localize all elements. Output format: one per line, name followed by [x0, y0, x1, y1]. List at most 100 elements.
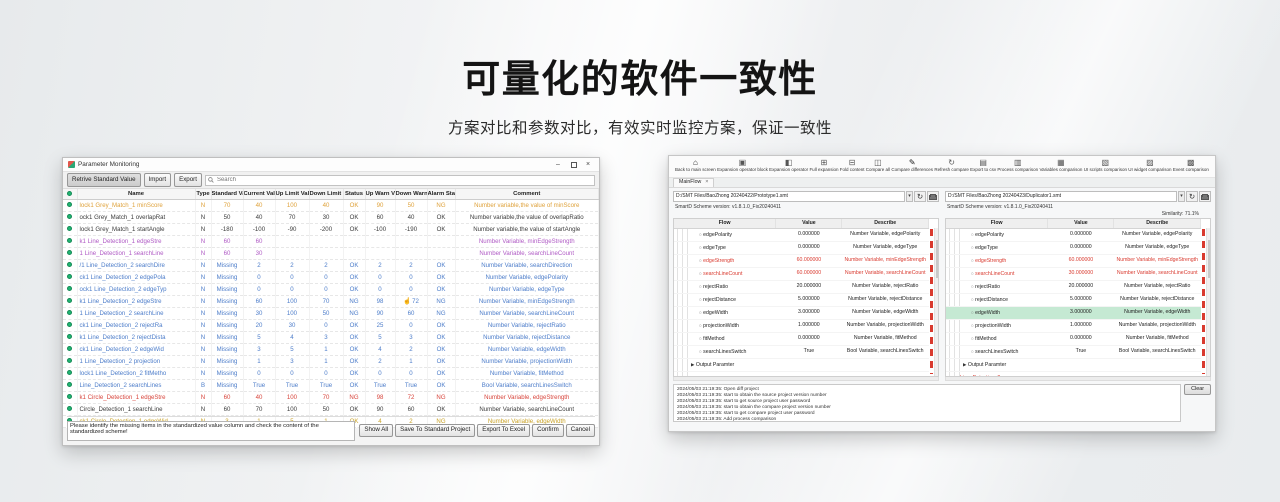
- tree-row[interactable]: ○ rejectDistance5.000000Number Variable,…: [674, 293, 929, 306]
- table-row[interactable]: k1 Circle_Detection_1 edgeStreN604010070…: [63, 391, 599, 403]
- tree-row[interactable]: ○ fitMethod0.000000Number Variable, fitM…: [946, 332, 1201, 345]
- tree-row[interactable]: ○ rejectRatio20.000000Number Variable, r…: [946, 280, 1201, 293]
- toolbar-variables-comparison[interactable]: ▦Variables comparison: [1039, 158, 1082, 173]
- toolbar-full-expansion[interactable]: ⊞Full expansion: [809, 158, 838, 173]
- tree-node-row[interactable]: ▶ Output Paramter: [946, 358, 1201, 371]
- tree-row[interactable]: ○ edgeType0.000000Number Variable, edgeT…: [946, 241, 1201, 254]
- table-row[interactable]: ck1 Line_Detection_2 edgeWidNMissing351O…: [63, 343, 599, 355]
- toolbar-export-to-csv[interactable]: ▤Export to csv: [970, 158, 996, 173]
- cell-standard: 60: [211, 391, 243, 403]
- toolbar-compare-all[interactable]: ◫Compare all: [866, 158, 890, 173]
- cell-value: 5.000000: [1048, 293, 1114, 306]
- cell-up_warn: 0: [365, 367, 395, 379]
- refresh-icon[interactable]: ↻: [914, 191, 926, 202]
- leaf-icon: ○: [699, 336, 702, 341]
- export-button[interactable]: Export: [174, 173, 202, 186]
- tree-node-row[interactable]: ▶ Output Paramter: [674, 358, 929, 371]
- tree-row[interactable]: ○ edgeStrength60.000000Number Variable, …: [946, 254, 1201, 267]
- cell-alarm: OK: [427, 211, 455, 223]
- toolbar-expansion-operator[interactable]: ◧Expansion operator: [769, 158, 808, 173]
- table-row[interactable]: k1 Line_Detection_2 edgeStreNMissing6010…: [63, 295, 599, 307]
- tree-row[interactable]: ○ fitMethod0.000000Number Variable, fitM…: [674, 332, 929, 345]
- tree-row[interactable]: ○ edgePolarity0.000000Number Variable, e…: [674, 228, 929, 241]
- vertical-scrollbar[interactable]: [1206, 228, 1210, 376]
- toolbar-ui-scripts-comparison[interactable]: ▧UI scripts comparison: [1084, 158, 1127, 173]
- browse-folder-button[interactable]: [1199, 191, 1211, 202]
- row-indicator: [63, 283, 77, 295]
- table-row[interactable]: lock1 Grey_Match_1 minScoreN704010040OK9…: [63, 199, 599, 211]
- tree-row[interactable]: ○ rejectDistance5.000000Number Variable,…: [946, 293, 1201, 306]
- tree-row[interactable]: ○ edgeWidth3.000000Number Variable, edge…: [946, 306, 1201, 319]
- table-row[interactable]: Line_Detection_2 searchLinesBMissingTrue…: [63, 379, 599, 391]
- cancel-button[interactable]: Cancel: [566, 424, 595, 437]
- tree-row[interactable]: ○ searchLinesSwitchTrueBool Variable, se…: [946, 345, 1201, 358]
- dropdown-icon[interactable]: ▾: [1178, 191, 1185, 202]
- import-button[interactable]: Import: [144, 173, 172, 186]
- dropdown-icon[interactable]: ▾: [906, 191, 913, 202]
- tree-row[interactable]: ○ edgePolarity0.000000Number Variable, e…: [946, 228, 1201, 241]
- compare-panels: D:/SMT Files/BaoZhong 20240422/Prototype…: [669, 188, 1215, 381]
- browse-folder-button[interactable]: [927, 191, 939, 202]
- toolbar-compare-differences[interactable]: ✎Compare differences: [891, 158, 933, 173]
- source-file-path-input[interactable]: D:/SMT Files/BaoZhong 20240422/Prototype…: [673, 191, 905, 202]
- tree-row[interactable]: ○ rejectRatio20.000000Number Variable, r…: [674, 280, 929, 293]
- leaf-icon: ○: [971, 310, 974, 315]
- minimize-button[interactable]: –: [552, 159, 564, 171]
- cell-describe: Number Variable, rejectRatio: [1114, 280, 1201, 293]
- tab-close-icon[interactable]: ×: [705, 180, 708, 186]
- table-row[interactable]: Circle_Detection_1 searchLineN607010050O…: [63, 403, 599, 415]
- table-row[interactable]: /1 Line_Detection_2 searchDireNMissing22…: [63, 259, 599, 271]
- tree-node-row[interactable]: ▶ Line_Detection_2: [946, 371, 1201, 377]
- retrieve-standard-value-button[interactable]: Retrive Standard Value: [67, 173, 141, 186]
- table-row[interactable]: k1 Line_Detection_1 edgeStreN6060Number …: [63, 235, 599, 247]
- compare-file-path-input[interactable]: D:/SMT Files/BaoZhong 20240423/Duplicato…: [945, 191, 1177, 202]
- tree-row[interactable]: ○ edgeType0.000000Number Variable, edgeT…: [674, 241, 929, 254]
- confirm-button[interactable]: Confirm: [532, 424, 564, 437]
- table-row[interactable]: 1 Line_Detection_1 searchLineN6030Number…: [63, 247, 599, 259]
- table-row[interactable]: ck1 Line_Detection_2 rejectRaNMissing203…: [63, 319, 599, 331]
- cell-status: NG: [343, 307, 365, 319]
- cell-down_limit: 40: [309, 199, 343, 211]
- cell-type: N: [195, 331, 211, 343]
- toolbar-refresh-compare[interactable]: ↻Refresh compare: [934, 158, 969, 173]
- cell-value: 60.000000: [776, 254, 842, 267]
- toolbar-fold-content[interactable]: ⊟Fold content: [840, 158, 865, 173]
- close-button[interactable]: ×: [582, 159, 594, 171]
- table-row[interactable]: ock1 Line_Detection_2 edgeTypNMissing000…: [63, 283, 599, 295]
- save-to-standard-project-button[interactable]: Save To Standard Project: [395, 424, 475, 437]
- tab-mainflow[interactable]: MainFlow ×: [673, 178, 714, 188]
- search-input[interactable]: [205, 175, 595, 186]
- toolbar-expansion-operator-block[interactable]: ▣Expansion operator block: [717, 158, 768, 173]
- horizontal-scrollbar[interactable]: [945, 377, 1211, 381]
- cell-up_warn: -100: [365, 223, 395, 235]
- tree-row[interactable]: ○ edgeStrength60.000000Number Variable, …: [674, 254, 929, 267]
- cell-up_warn: 90: [365, 199, 395, 211]
- tree-row[interactable]: ○ searchLineCount30.000000Number Variabl…: [946, 267, 1201, 280]
- clear-button[interactable]: Clear: [1184, 384, 1211, 395]
- toolbar-event-comparison[interactable]: ▩Event comparison: [1173, 158, 1209, 173]
- toolbar-ui-widget-comparison[interactable]: ▨UI widget comparison: [1128, 158, 1171, 173]
- cell-describe: Number Variable, searchLineCount: [1114, 267, 1201, 280]
- tree-row[interactable]: ○ projectionWidth1.000000Number Variable…: [946, 319, 1201, 332]
- cell-type: N: [195, 259, 211, 271]
- refresh-icon[interactable]: ↻: [1186, 191, 1198, 202]
- table-row[interactable]: ck1 Line_Detection_2 edgePolaNMissing000…: [63, 271, 599, 283]
- table-row[interactable]: 1 Line_Detection_2 projectionNMissing131…: [63, 355, 599, 367]
- table-row[interactable]: lock1 Grey_Match_1 startAngleN-180-100-9…: [63, 223, 599, 235]
- horizontal-scrollbar[interactable]: [673, 377, 939, 381]
- tree-row[interactable]: ○ projectionWidth1.000000Number Variable…: [674, 319, 929, 332]
- export-to-excel-button[interactable]: Export To Excel: [477, 424, 530, 437]
- show-all-button[interactable]: Show All: [359, 424, 393, 437]
- full-expansion-icon: ⊞: [821, 158, 828, 167]
- table-row[interactable]: k1 Line_Detection_2 rejectDistaNMissing5…: [63, 331, 599, 343]
- tree-row[interactable]: ○ searchLinesSwitchTrueBool Variable, se…: [674, 345, 929, 358]
- table-row[interactable]: 1 Line_Detection_2 searchLineNMissing301…: [63, 307, 599, 319]
- vertical-scrollbar[interactable]: [934, 228, 938, 376]
- tree-row[interactable]: ○ searchLineCount60.000000Number Variabl…: [674, 267, 929, 280]
- tree-row[interactable]: ○ edgeWidth3.000000Number Variable, edge…: [674, 306, 929, 319]
- table-row[interactable]: ock1 Grey_Match_1 overlapRatN50407030OK6…: [63, 211, 599, 223]
- toolbar-process-comparison[interactable]: ▥Process comparison: [997, 158, 1038, 173]
- table-row[interactable]: lock1 Line_Detection_2 fitMethoNMissing0…: [63, 367, 599, 379]
- toolbar-back-to-main-screen[interactable]: ⌂Back to main screen: [675, 158, 716, 173]
- maximize-button[interactable]: [567, 159, 579, 171]
